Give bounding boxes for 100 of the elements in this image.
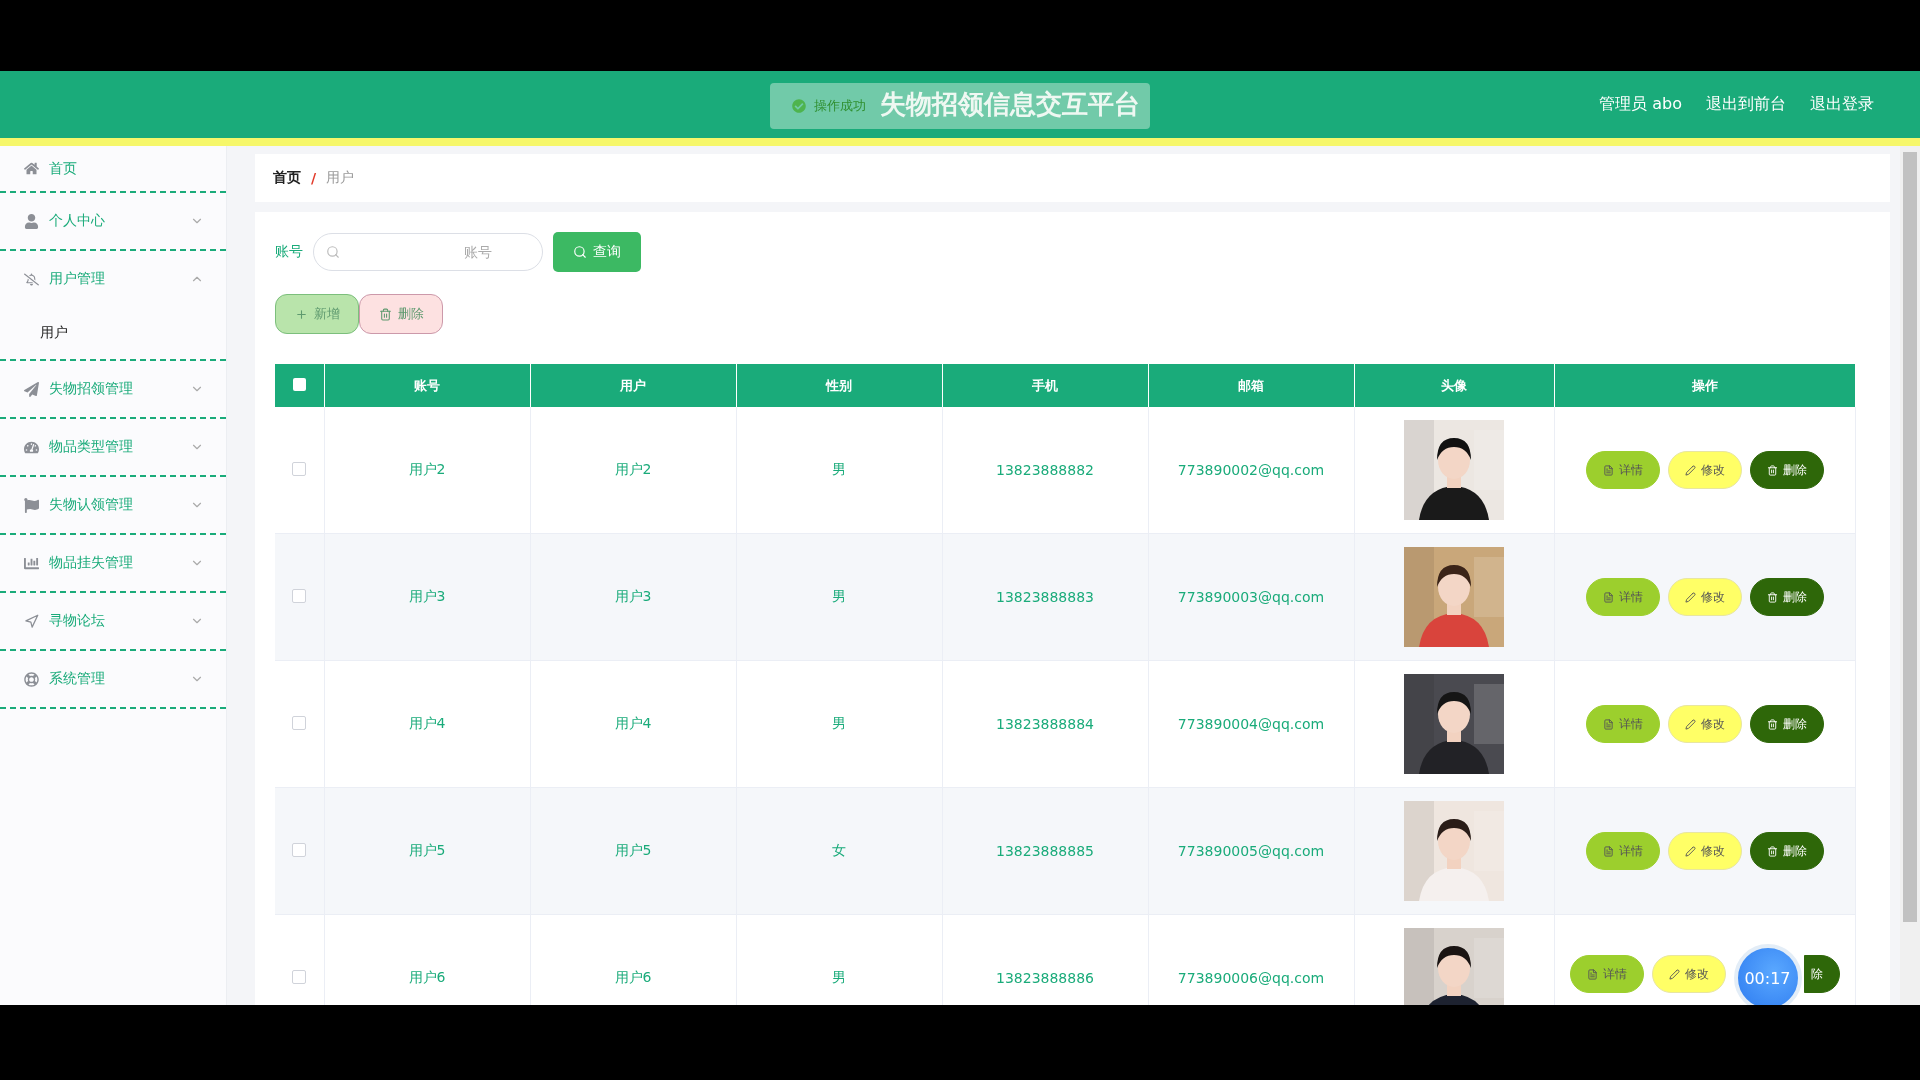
table-cell: 用户4 — [530, 660, 736, 788]
row-checkbox[interactable] — [292, 969, 307, 984]
search-button[interactable]: 查询 — [553, 232, 641, 272]
menu-label: 寻物论坛 — [49, 612, 106, 630]
table-cell: 13823888886 — [942, 914, 1148, 1005]
pencil-icon — [1684, 591, 1696, 603]
gauge-icon — [24, 439, 39, 455]
table-cell: 男 — [736, 533, 942, 661]
table-cell: 女 — [736, 787, 942, 915]
edit-button[interactable]: 修改 — [1667, 578, 1742, 616]
sidebar-item[interactable]: 寻物论坛 — [0, 593, 226, 651]
menu-label: 物品挂失管理 — [49, 554, 134, 572]
column-header: 操作 — [1554, 364, 1855, 407]
table-cell: 13823888883 — [942, 533, 1148, 661]
delete-button[interactable]: 删除 — [1749, 451, 1824, 489]
breadcrumb-link[interactable]: 首页 — [273, 169, 301, 187]
delete-button[interactable]: 删除 — [1749, 578, 1824, 616]
header-checkbox-cell[interactable] — [275, 364, 324, 407]
search-icon — [573, 245, 587, 259]
document-icon — [1602, 718, 1614, 730]
table-cell: 773890005@qq.com — [1148, 787, 1354, 915]
add-button[interactable]: 新增 — [275, 294, 359, 334]
menu-label: 物品类型管理 — [49, 438, 134, 456]
column-header: 用户 — [530, 364, 736, 407]
breadcrumb-current: 用户 — [326, 169, 355, 187]
column-header: 性别 — [736, 364, 942, 407]
table-cell: 用户2 — [530, 407, 736, 534]
admin-name: 管理员 abo — [1599, 94, 1682, 115]
table-cell: 用户3 — [530, 533, 736, 661]
header-link[interactable]: 退出到前台 — [1706, 94, 1786, 115]
row-checkbox[interactable] — [292, 842, 307, 857]
bar-chart-icon — [24, 555, 39, 571]
app-title: 失物招领信息交互平台 — [880, 88, 1140, 121]
table-cell: 用户3 — [324, 533, 530, 661]
bell-off-icon — [24, 271, 39, 287]
table-cell: 13823888882 — [942, 407, 1148, 534]
trash-icon — [1766, 845, 1778, 857]
document-icon — [1602, 464, 1614, 476]
sidebar-item[interactable]: 首页 — [0, 146, 226, 193]
table-cell: 用户6 — [530, 914, 736, 1005]
column-header: 账号 — [324, 364, 530, 407]
sidebar-subitem[interactable]: 用户 — [0, 307, 226, 359]
delete-button[interactable]: 删除 — [359, 294, 443, 334]
paper-plane-icon — [24, 381, 39, 397]
menu-label: 首页 — [49, 159, 78, 178]
document-icon — [1602, 845, 1614, 857]
row-checkbox[interactable] — [292, 715, 307, 730]
scrollbar[interactable] — [1900, 146, 1920, 1005]
life-ring-icon — [24, 671, 39, 687]
edit-button[interactable]: 修改 — [1651, 955, 1726, 993]
timer-badge[interactable]: 00:17 — [1733, 944, 1802, 1005]
table-cell: 用户2 — [324, 407, 530, 534]
details-button[interactable]: 详情 — [1569, 955, 1644, 993]
sidebar-item[interactable]: 物品挂失管理 — [0, 535, 226, 593]
table-cell: 用户6 — [324, 914, 530, 1005]
details-button[interactable]: 详情 — [1585, 705, 1660, 743]
menu-label: 系统管理 — [49, 670, 106, 688]
pencil-icon — [1684, 845, 1696, 857]
trash-icon — [1766, 464, 1778, 476]
edit-button[interactable]: 修改 — [1667, 705, 1742, 743]
details-button[interactable]: 详情 — [1585, 451, 1660, 489]
details-button[interactable]: 详情 — [1585, 578, 1660, 616]
sidebar-item[interactable]: 失物招领管理 — [0, 361, 226, 419]
table-cell: 男 — [736, 407, 942, 534]
search-field[interactable]: 账号 — [313, 233, 543, 271]
header-link[interactable]: 退出登录 — [1810, 94, 1874, 115]
flag-icon — [24, 497, 39, 513]
trash-icon — [378, 307, 392, 321]
delete-button[interactable]: 删除 — [1749, 832, 1824, 870]
sidebar-item[interactable]: 失物认领管理 — [0, 477, 226, 535]
sidebar-item[interactable]: 系统管理 — [0, 651, 226, 709]
edit-button[interactable]: 修改 — [1667, 451, 1742, 489]
table-cell: 773890003@qq.com — [1148, 533, 1354, 661]
trash-icon — [1766, 718, 1778, 730]
sidebar-item[interactable]: 个人中心 — [0, 193, 226, 251]
delete-button[interactable]: 删除 — [1749, 705, 1824, 743]
sidebar-item[interactable]: 物品类型管理 — [0, 419, 226, 477]
home-icon — [24, 161, 39, 176]
breadcrumb-separator: / — [311, 170, 317, 186]
field-label: 账号 — [275, 243, 303, 261]
delete-button[interactable]: 除 — [1803, 955, 1840, 993]
plus-icon — [294, 307, 308, 321]
row-checkbox[interactable] — [292, 461, 307, 476]
toast-text: 操作成功 — [814, 97, 866, 115]
row-checkbox[interactable] — [292, 588, 307, 603]
sidebar-item[interactable]: 用户管理 — [0, 251, 226, 307]
menu-label: 个人中心 — [49, 212, 106, 230]
trash-icon — [1766, 591, 1778, 603]
table-cell: 用户5 — [530, 787, 736, 915]
table-cell: 773890002@qq.com — [1148, 407, 1354, 534]
column-header: 邮箱 — [1148, 364, 1354, 407]
edit-button[interactable]: 修改 — [1667, 832, 1742, 870]
menu-label: 用户管理 — [49, 270, 106, 288]
table-cell: 用户5 — [324, 787, 530, 915]
table-cell: 13823888884 — [942, 660, 1148, 788]
document-icon — [1602, 591, 1614, 603]
navigation-icon — [24, 613, 39, 629]
table-cell: 773890004@qq.com — [1148, 660, 1354, 788]
pencil-icon — [1684, 464, 1696, 476]
details-button[interactable]: 详情 — [1585, 832, 1660, 870]
